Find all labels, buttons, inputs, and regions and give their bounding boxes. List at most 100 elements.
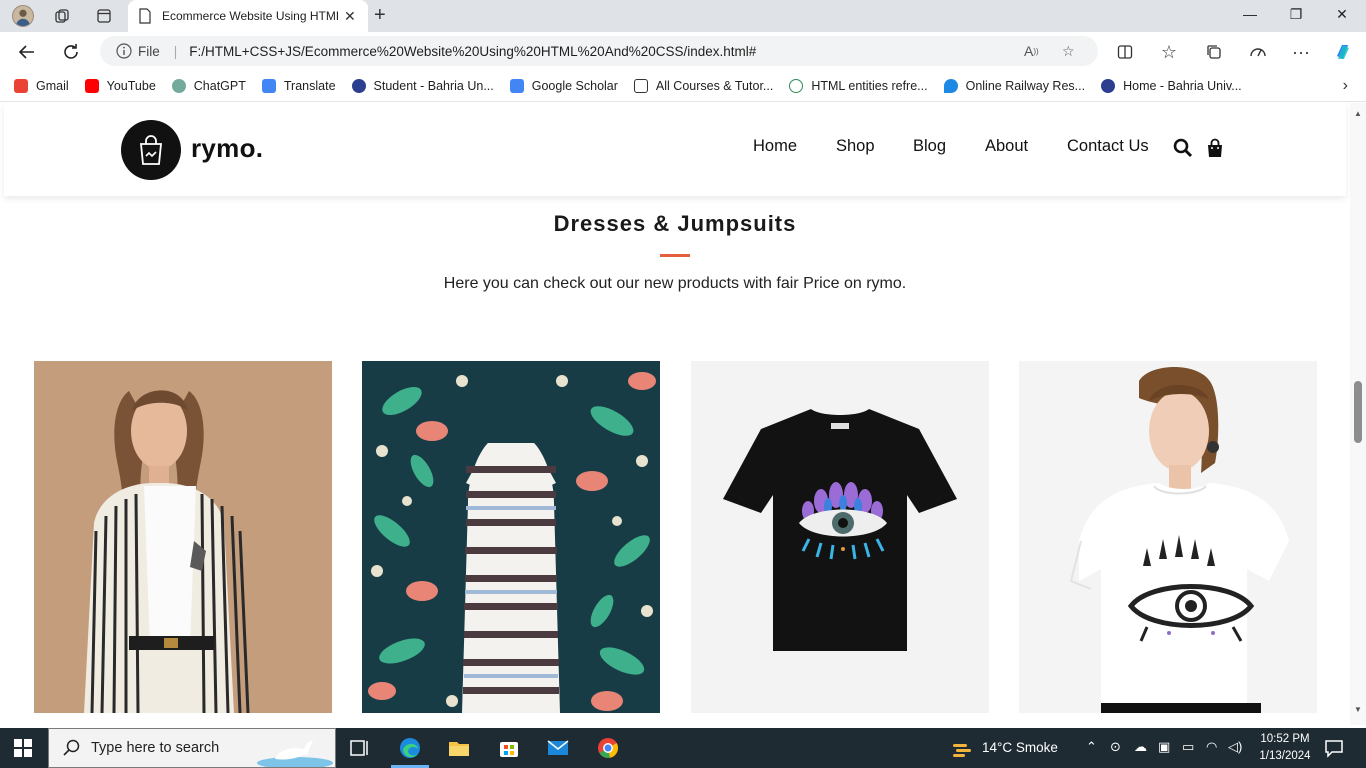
bookmark-item[interactable]: Gmail: [14, 78, 69, 93]
tab-actions-icon[interactable]: [94, 6, 114, 26]
translate-icon: [261, 78, 276, 93]
profile-avatar[interactable]: [12, 5, 34, 27]
bookmarks-bar: Gmail YouTube ChatGPT Translate Student …: [0, 70, 1366, 102]
help-icon: [789, 78, 804, 93]
split-screen-icon[interactable]: [1114, 41, 1136, 63]
swan-illustration: [257, 740, 333, 767]
scroll-up-icon[interactable]: ▲: [1353, 109, 1363, 118]
more-menu-icon[interactable]: ···: [1290, 41, 1312, 63]
wifi-icon[interactable]: ◠: [1206, 739, 1217, 755]
white-tshirt-model-image: [1019, 361, 1317, 713]
logo-bag-icon[interactable]: [121, 120, 181, 180]
favorite-star-icon[interactable]: ☆: [1062, 36, 1075, 66]
section-title: Dresses & Jumpsuits: [553, 211, 797, 236]
nav-blog[interactable]: Blog: [913, 137, 946, 156]
nav-contact-us[interactable]: Contact Us: [1067, 137, 1149, 156]
task-view-icon[interactable]: [348, 736, 372, 760]
system-clock[interactable]: 10:52 PM 1/13/2024: [1250, 731, 1320, 765]
tab-active[interactable]: Ecommerce Website Using HTML ✕: [128, 0, 368, 32]
bookmark-item[interactable]: Home - Bahria Univ...: [1101, 78, 1242, 93]
bookmark-label: Online Railway Res...: [965, 78, 1086, 93]
product-card-image[interactable]: [1019, 361, 1317, 713]
mail-icon[interactable]: [546, 736, 570, 760]
black-tshirt-eye-image: [691, 361, 989, 713]
bookmark-item[interactable]: Online Railway Res...: [943, 78, 1086, 93]
bookmark-label: Student - Bahria Un...: [373, 78, 494, 93]
product-card-image[interactable]: [362, 361, 660, 713]
file-explorer-icon[interactable]: [447, 736, 471, 760]
scrollbar-thumb[interactable]: [1354, 381, 1362, 443]
scroll-down-icon[interactable]: ▼: [1353, 705, 1363, 714]
url-text[interactable]: F:/HTML+CSS+JS/Ecommerce%20Website%20Usi…: [189, 44, 756, 59]
chevron-right-icon[interactable]: ›: [1343, 77, 1348, 95]
product-card-image[interactable]: [691, 361, 989, 713]
performance-icon[interactable]: [1247, 41, 1269, 63]
url-bar[interactable]: File | F:/HTML+CSS+JS/Ecommerce%20Websit…: [100, 36, 1098, 66]
bookmark-item[interactable]: ChatGPT: [171, 78, 246, 93]
cloud-icon[interactable]: ☁: [1134, 739, 1147, 755]
restore-icon[interactable]: ❐: [1286, 6, 1306, 23]
bahria-icon: [1101, 78, 1116, 93]
bookmark-item[interactable]: Google Scholar: [509, 78, 618, 93]
product-card-image[interactable]: [34, 361, 332, 713]
bookmark-item[interactable]: YouTube: [84, 78, 156, 93]
bookmark-label: Home - Bahria Univ...: [1123, 78, 1242, 93]
nav-about[interactable]: About: [985, 137, 1028, 156]
shopping-bag-icon[interactable]: [1204, 137, 1226, 159]
page-viewport: rymo. Home Shop Blog About Contact Us Dr…: [0, 103, 1366, 725]
bookmark-item[interactable]: Student - Bahria Un...: [351, 78, 494, 93]
logo-text[interactable]: rymo.: [191, 133, 263, 164]
url-separator: |: [173, 43, 178, 59]
bookmark-label: All Courses & Tutor...: [655, 78, 774, 93]
youtube-icon: [84, 78, 99, 93]
weather-text[interactable]: 14°C Smoke: [982, 740, 1058, 755]
search-icon: [63, 739, 80, 756]
url-scheme: File: [138, 43, 160, 59]
chrome-icon[interactable]: [596, 736, 620, 760]
scrollbar-track[interactable]: ▲ ▼: [1350, 103, 1366, 725]
workspaces-icon[interactable]: [52, 6, 72, 26]
microsoft-store-icon[interactable]: [497, 736, 521, 760]
page-icon: [139, 8, 151, 24]
bookmark-item[interactable]: Translate: [261, 78, 336, 93]
address-bar-row: File | F:/HTML+CSS+JS/Ecommerce%20Websit…: [0, 32, 1366, 70]
edge-browser-icon[interactable]: [398, 736, 422, 760]
weather-smoke-icon[interactable]: [950, 736, 974, 760]
bookmark-item[interactable]: All Courses & Tutor...: [633, 78, 774, 93]
tab-close-icon[interactable]: ✕: [344, 8, 356, 25]
minimize-icon[interactable]: —: [1240, 6, 1260, 22]
railway-icon: [943, 78, 958, 93]
notifications-icon[interactable]: [1322, 736, 1346, 760]
taskbar-search-input[interactable]: Type here to search: [48, 728, 336, 768]
bookmark-item[interactable]: HTML entities refre...: [789, 78, 928, 93]
bookmark-label: YouTube: [106, 78, 156, 93]
back-icon[interactable]: [16, 41, 38, 63]
collections-icon[interactable]: [1203, 41, 1225, 63]
courses-icon: [633, 78, 648, 93]
reload-icon[interactable]: [60, 41, 82, 63]
gmail-icon: [14, 78, 28, 93]
scholar-icon: [509, 78, 524, 93]
windows-start-icon[interactable]: [14, 739, 32, 757]
search-icon[interactable]: [1172, 137, 1194, 159]
nav-home[interactable]: Home: [753, 137, 797, 156]
display-icon[interactable]: ▣: [1158, 739, 1170, 755]
new-tab-icon[interactable]: +: [374, 4, 386, 27]
clock-date: 1/13/2024: [1259, 750, 1311, 762]
info-icon[interactable]: [116, 43, 132, 59]
site-header: rymo. Home Shop Blog About Contact Us: [4, 103, 1346, 196]
striped-blazer-model-image: [34, 361, 332, 713]
title-underline: [660, 254, 690, 257]
read-aloud-icon[interactable]: A)): [1024, 36, 1039, 66]
chatgpt-icon: [171, 78, 186, 93]
show-hidden-icons-icon[interactable]: ⌃: [1086, 739, 1097, 755]
nav-shop[interactable]: Shop: [836, 137, 875, 156]
volume-icon[interactable]: ◁): [1228, 739, 1242, 755]
copilot-icon[interactable]: [1332, 41, 1354, 63]
close-window-icon[interactable]: ✕: [1332, 6, 1352, 23]
search-placeholder: Type here to search: [91, 740, 220, 756]
clock-time: 10:52 PM: [1260, 733, 1310, 745]
network-device-icon[interactable]: ⊙: [1110, 739, 1121, 755]
favorites-icon[interactable]: ☆: [1158, 41, 1180, 63]
battery-icon[interactable]: ▭: [1182, 739, 1194, 755]
